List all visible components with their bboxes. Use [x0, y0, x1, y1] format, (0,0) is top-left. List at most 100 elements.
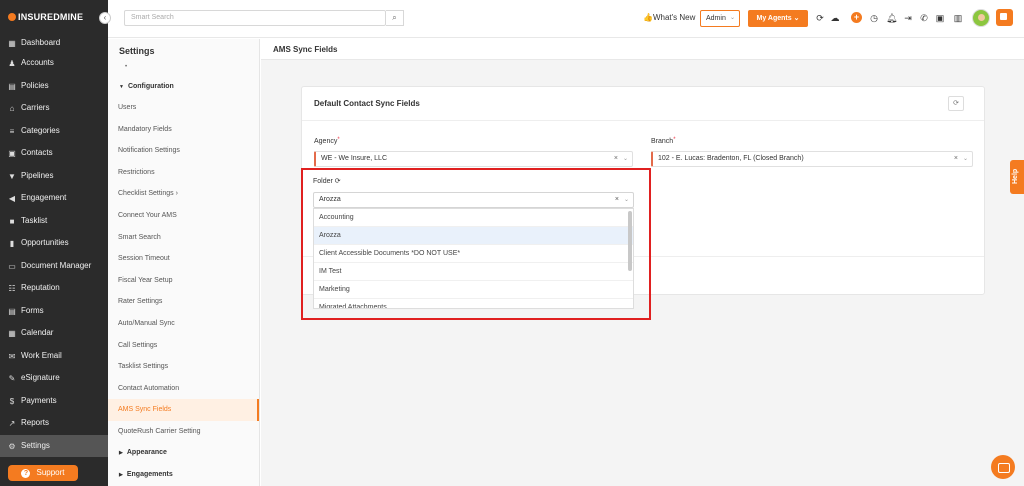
section-label: Engagements	[126, 471, 173, 478]
settings-item-rater-settings[interactable]: Rater Settings	[108, 291, 259, 313]
card-title: Default Contact Sync Fields	[302, 87, 984, 121]
sidebar-item-label: Forms	[21, 305, 44, 315]
chevron-down-icon[interactable]: ⌄	[963, 152, 968, 166]
logo-text: INSUREDMINE	[18, 12, 84, 22]
bullet-icon: •	[125, 64, 128, 70]
support-button[interactable]: ? Support	[8, 465, 78, 481]
collapse-sidebar-button[interactable]: ‹	[99, 12, 111, 24]
avatar[interactable]	[972, 9, 990, 27]
help-label: Help	[1012, 168, 1019, 184]
logout-icon[interactable]: ⇥	[903, 12, 913, 24]
sidebar-item-calendar[interactable]: ▦ Calendar	[0, 322, 108, 345]
settings-item-notification-settings[interactable]: Notification Settings	[108, 140, 259, 162]
settings-item-auto-manual-sync[interactable]: Auto/Manual Sync	[108, 313, 259, 335]
sidebar-item-reputation[interactable]: ☷ Reputation	[0, 277, 108, 300]
page-title: AMS Sync Fields	[261, 39, 1024, 60]
sidebar-item-opportunities[interactable]: ▮ Opportunities	[0, 232, 108, 255]
refresh-button[interactable]: ⟳	[948, 96, 964, 111]
sidebar-item-categories[interactable]: ≡ Categories	[0, 120, 108, 143]
clock-icon[interactable]: ◷	[869, 12, 879, 24]
settings-item-connect-your-ams[interactable]: Connect Your AMS	[108, 205, 259, 227]
dollar-icon: $	[9, 396, 15, 406]
chevron-down-icon[interactable]: ⌄	[623, 152, 628, 166]
sidebar-item-accounts[interactable]: ♟ Accounts	[0, 52, 108, 75]
settings-item-ams-sync-fields[interactable]: AMS Sync Fields	[108, 399, 259, 421]
chat-button[interactable]	[991, 455, 1015, 479]
required-marker: *	[673, 137, 676, 143]
chevron-down-icon: ⌄	[729, 15, 735, 21]
settings-item-fiscal-year-setup[interactable]: Fiscal Year Setup	[108, 270, 259, 292]
support-label: Support	[36, 468, 65, 477]
section-configuration[interactable]: ▼ Configuration	[108, 83, 174, 90]
sidebar-item-label: Payments	[21, 395, 57, 405]
section-appearance[interactable]: ▶ Appearance	[108, 449, 167, 456]
settings-item-contact-automation[interactable]: Contact Automation	[108, 378, 259, 400]
settings-item-call-settings[interactable]: Call Settings	[108, 335, 259, 357]
search-input[interactable]: Smart Search	[124, 10, 386, 26]
sidebar-item-settings[interactable]: ⚙ Settings	[0, 434, 108, 457]
sidebar-item-engagement[interactable]: ◀ Engagement	[0, 187, 108, 210]
top-header: Smart Search ⌕ 👍What's New Admin ⌄ My Age…	[108, 0, 1024, 38]
sidebar-item-label: Dashboard	[21, 38, 61, 47]
sidebar-item-document-manager[interactable]: ▭ Document Manager	[0, 255, 108, 278]
sidebar-item-reports[interactable]: ↗ Reports	[0, 412, 108, 435]
sidebar-item-label: Work Email	[21, 350, 62, 360]
mail-icon: ✉	[8, 351, 16, 361]
my-agents-button[interactable]: My Agents ⌄	[748, 10, 808, 27]
calculator-icon[interactable]: ▥	[953, 12, 963, 24]
reputation-icon: ☷	[8, 284, 16, 293]
sidebar-item-label: Contacts	[21, 148, 53, 157]
chip-icon[interactable]: ▣	[935, 12, 945, 24]
sidebar-item-tasklist[interactable]: ■ Tasklist	[0, 210, 108, 233]
settings-item-tasklist-settings[interactable]: Tasklist Settings	[108, 356, 259, 378]
required-marker: *	[337, 137, 340, 143]
settings-item-restrictions[interactable]: Restrictions	[108, 162, 259, 184]
branch-select[interactable]: 102 - E. Lucas: Bradenton, FL (Closed Br…	[651, 151, 973, 167]
folder-icon: ▭	[8, 261, 16, 271]
people-icon: ♟	[8, 59, 16, 68]
clear-icon[interactable]: ×	[954, 152, 958, 166]
sidebar-item-forms[interactable]: ▤ Forms	[0, 300, 108, 323]
policy-icon: ▤	[8, 81, 16, 91]
clear-icon[interactable]: ×	[614, 152, 618, 166]
sync-icon[interactable]: ⟳	[815, 12, 825, 24]
app-switcher-icon[interactable]	[996, 9, 1013, 26]
list-icon: ≡	[9, 126, 15, 136]
sidebar-item-payments[interactable]: $ Payments	[0, 390, 108, 413]
settings-item-session-timeout[interactable]: Session Timeout	[108, 248, 259, 270]
sidebar-item-label: Reputation	[21, 283, 60, 292]
chevron-down-icon: ⌄	[793, 15, 800, 22]
help-tab[interactable]: Help	[1010, 160, 1024, 194]
settings-items: Users Mandatory Fields Notification Sett…	[108, 97, 259, 443]
sidebar-item-work-email[interactable]: ✉ Work Email	[0, 345, 108, 368]
branch-label: Branch*	[651, 137, 676, 145]
settings-item-users[interactable]: Users	[108, 97, 259, 119]
contact-icon: ▣	[8, 149, 16, 158]
phone-icon[interactable]: ✆	[919, 12, 929, 24]
thumbs-up-icon: 👍	[643, 13, 653, 22]
agency-select[interactable]: WE - We Insure, LLC × ⌄	[314, 151, 633, 167]
sidebar-item-policies[interactable]: ▤ Policies	[0, 75, 108, 98]
settings-item-mandatory-fields[interactable]: Mandatory Fields	[108, 119, 259, 141]
settings-item-smart-search[interactable]: Smart Search	[108, 227, 259, 249]
report-icon: ↗	[8, 419, 16, 428]
sidebar-item-label: Reports	[21, 418, 50, 427]
section-engagements[interactable]: ▶ Engagements	[108, 471, 173, 478]
sidebar-item-pipelines[interactable]: ▼ Pipelines	[0, 165, 108, 188]
app-logo[interactable]: INSUREDMINE	[8, 12, 83, 22]
whats-new-link[interactable]: 👍What's New	[643, 13, 695, 22]
settings-item-quoterush-carrier-setting[interactable]: QuoteRush Carrier Setting	[108, 421, 259, 443]
cloud-icon[interactable]: ☁	[830, 12, 840, 24]
my-agents-label: My Agents	[756, 15, 792, 22]
admin-dropdown[interactable]: Admin ⌄	[700, 10, 740, 27]
bell-icon[interactable]: 🔔︎	[886, 12, 897, 24]
sidebar-item-carriers[interactable]: ⌂ Carriers	[0, 97, 108, 120]
add-icon[interactable]: +	[851, 12, 862, 23]
sidebar-item-dashboard[interactable]: ▦ Dashboard	[0, 33, 108, 52]
sidebar-item-esignature[interactable]: ✎ eSignature	[0, 367, 108, 390]
sidebar-item-contacts[interactable]: ▣ Contacts	[0, 142, 108, 165]
search-button[interactable]: ⌕	[386, 10, 404, 26]
settings-item-checklist-settings[interactable]: Checklist Settings ›	[108, 183, 259, 205]
sidebar-item-label: Accounts	[21, 58, 54, 67]
branch-label-text: Branch	[651, 138, 674, 145]
